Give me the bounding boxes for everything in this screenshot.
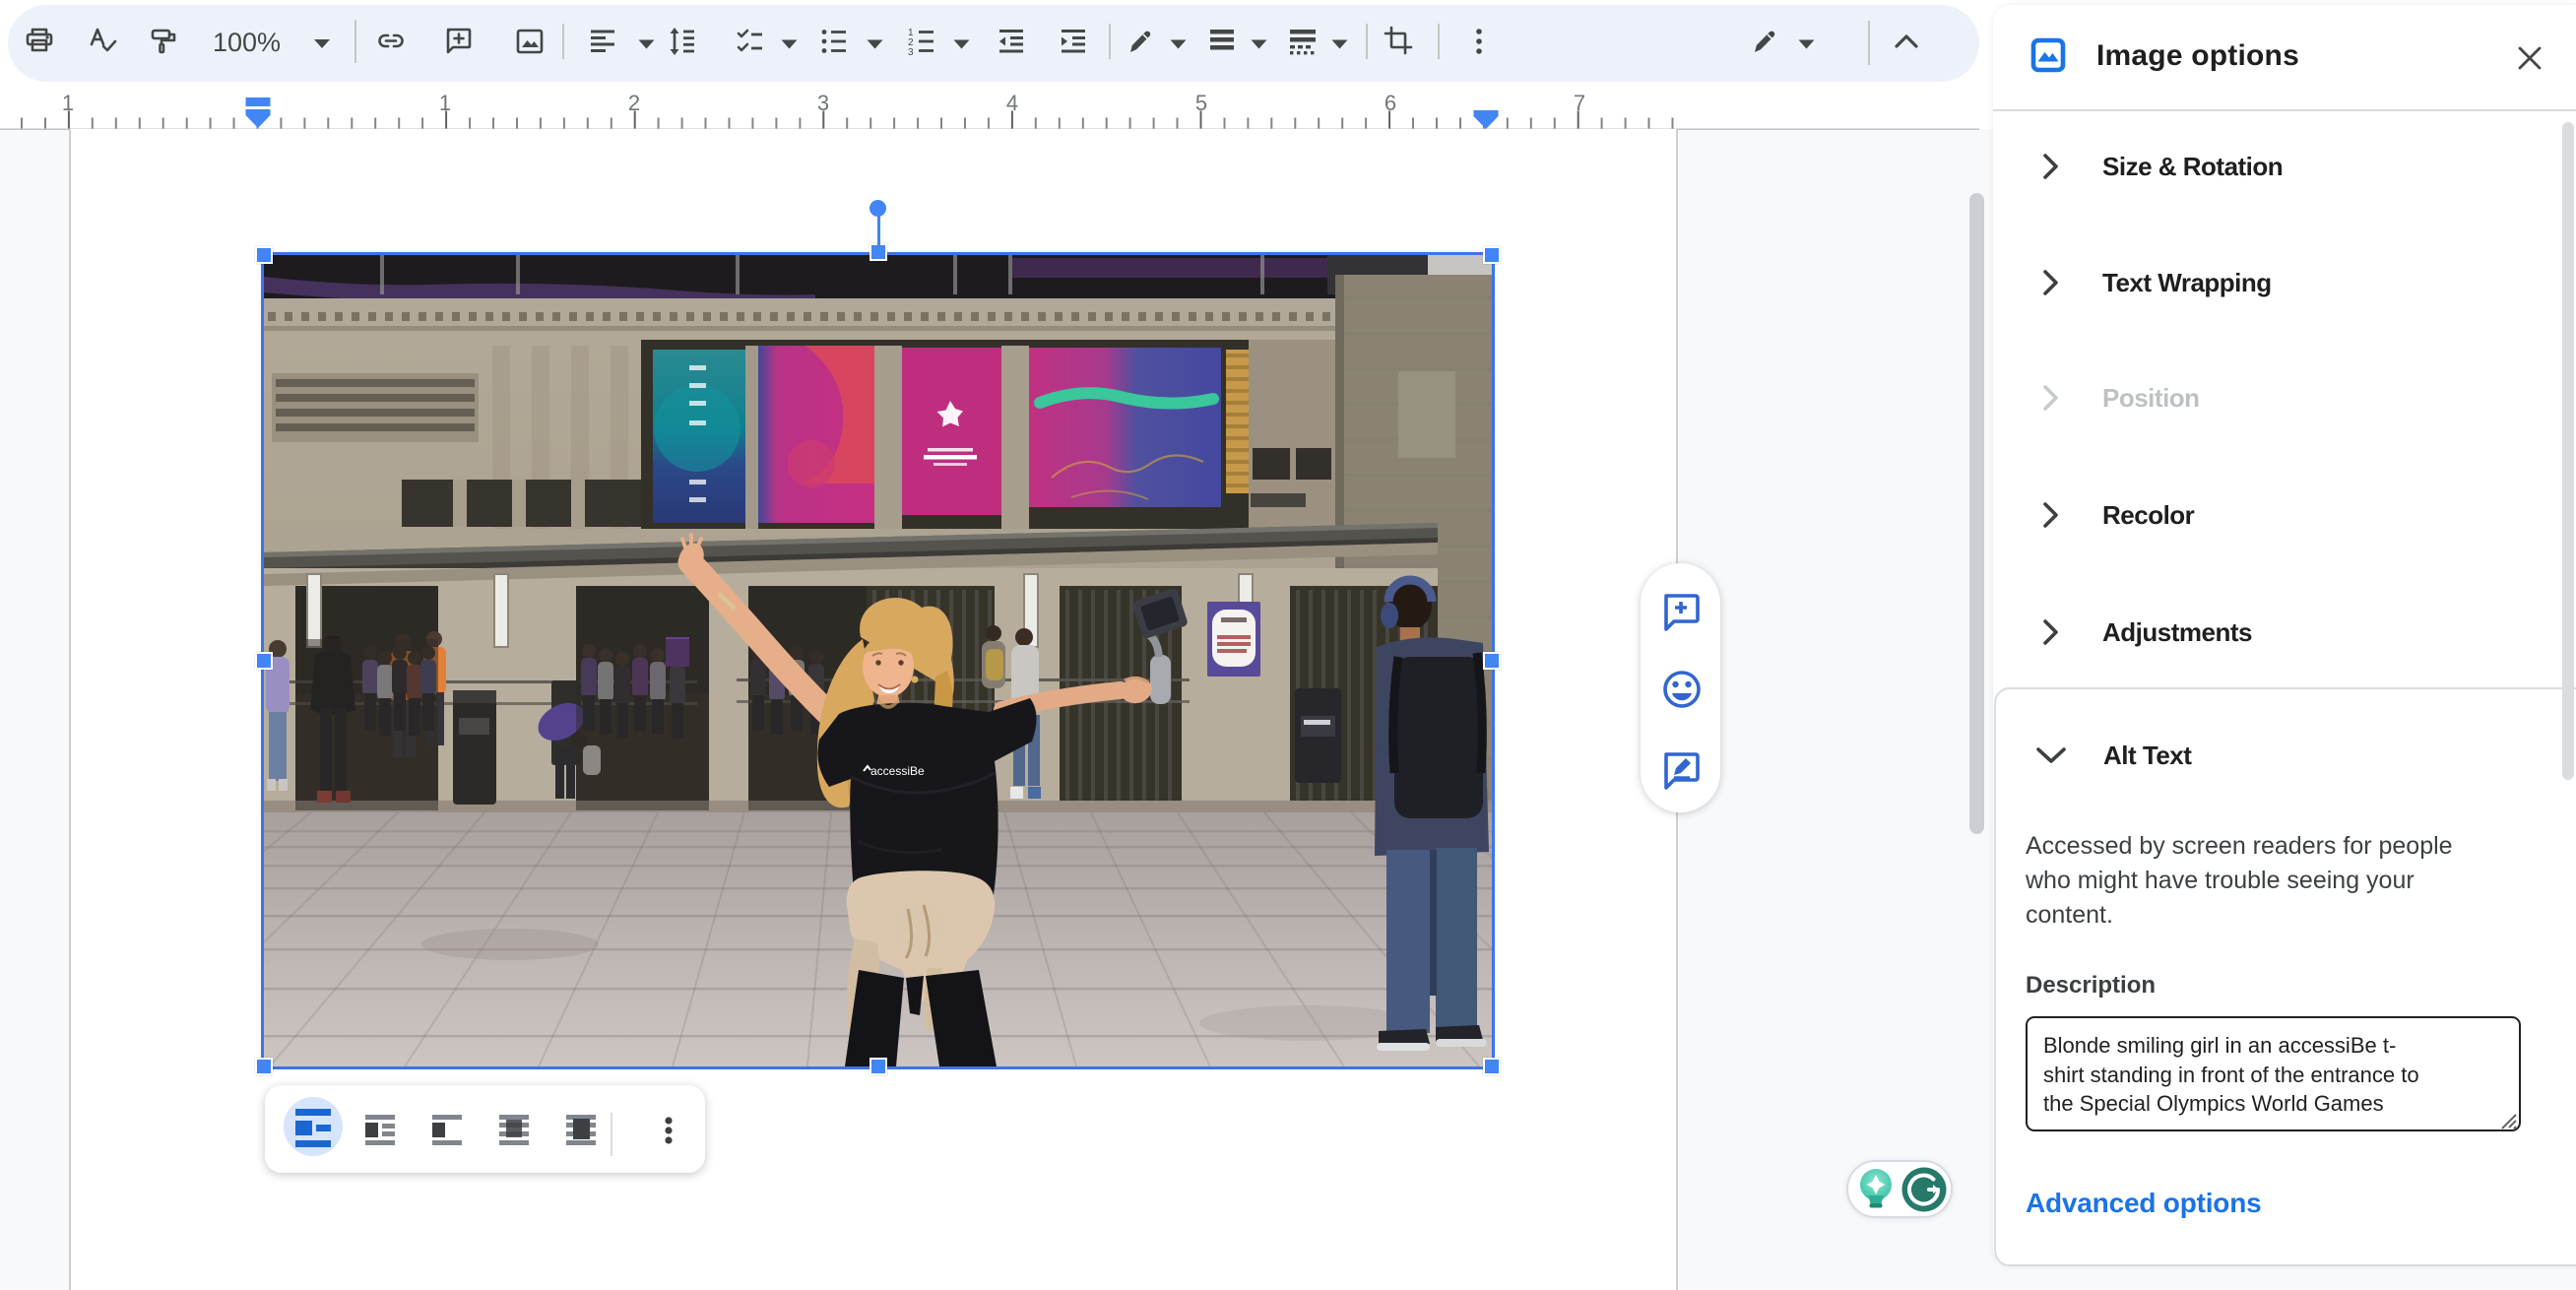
svg-text:1: 1 bbox=[62, 91, 74, 115]
svg-text:4: 4 bbox=[1006, 91, 1018, 115]
svg-text:6: 6 bbox=[1385, 91, 1396, 115]
svg-text:7: 7 bbox=[1574, 91, 1585, 115]
svg-text:2: 2 bbox=[628, 91, 640, 115]
svg-text:3: 3 bbox=[817, 91, 829, 115]
svg-text:3: 3 bbox=[908, 47, 914, 57]
svg-text:5: 5 bbox=[1195, 91, 1207, 115]
svg-text:1: 1 bbox=[439, 91, 451, 115]
